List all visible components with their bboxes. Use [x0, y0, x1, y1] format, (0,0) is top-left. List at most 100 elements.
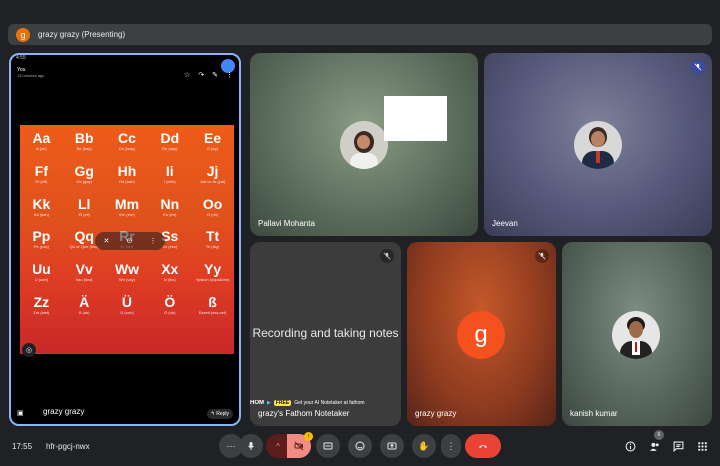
alphabet-pronunciation: Jott or Je (yot) [199, 179, 226, 185]
alphabet-cell: Dd De (day) [148, 125, 191, 158]
presenter-avatar: g [16, 27, 30, 42]
alphabet-letter: Ü [121, 293, 133, 310]
alphabet-cell: Ff Ef (eff) [20, 158, 63, 191]
pin-icon[interactable]: ⊙ [126, 237, 132, 245]
avatar [340, 121, 388, 169]
alphabet-cell: Ii I (eeh) [148, 158, 191, 191]
participant-name: grazy's Fathom Notetaker [258, 409, 350, 418]
participant-tile-fathom[interactable]: Recording and taking notes HOM ▶ FREE Ge… [250, 242, 401, 426]
participant-tile-pallavi[interactable]: Pallavi Mohanta [250, 53, 478, 236]
leave-call-button[interactable] [465, 434, 501, 458]
alphabet-pronunciation: En (en) [163, 211, 177, 217]
alphabet-cell: Ww We (vay) [106, 256, 149, 289]
meeting-info-button[interactable] [621, 437, 639, 455]
presenting-label: grazy grazy (Presenting) [38, 30, 126, 39]
alphabet-pronunciation: Ef (eff) [35, 179, 48, 185]
alphabet-letter: Jj [206, 163, 219, 180]
more-options-button[interactable]: ⋮ [441, 434, 461, 458]
participant-name: kanish kumar [570, 409, 618, 418]
alphabet-pronunciation: U (ooh) [34, 277, 49, 283]
activities-button[interactable] [693, 437, 711, 455]
alphabet-pronunciation: Ha (hah) [119, 179, 135, 185]
fathom-arrow-icon: ▶ [267, 400, 271, 406]
mic-button[interactable] [239, 434, 263, 458]
alphabet-letter: Gg [74, 163, 94, 180]
reactions-button[interactable] [348, 434, 372, 458]
chat-button[interactable] [669, 437, 687, 455]
alphabet-cell: Jj Jott or Je (yot) [191, 158, 234, 191]
alphabet-pronunciation: Ge (gay) [76, 179, 92, 185]
alphabet-cell: Bb Be (bay) [63, 125, 106, 158]
more-icon: ⋮ [226, 72, 233, 79]
clock: 17:55 [12, 442, 33, 451]
presenting-banner[interactable]: g grazy grazy (Presenting) [8, 24, 712, 45]
shared-header-actions: ☆ ↷ ✎ ⋮ [184, 71, 233, 79]
participant-tile-grazy[interactable]: g grazy grazy [407, 242, 556, 426]
alphabet-cell: Yy Ypsilon (oopsilohn) [191, 256, 234, 289]
raise-hand-button[interactable]: ✋ [412, 434, 436, 458]
recording-message: Recording and taking notes [252, 326, 399, 340]
reply-label: Reply [216, 411, 229, 417]
alphabet-pronunciation: Pe (pay) [33, 244, 49, 250]
alphabet-letter: Tt [205, 228, 220, 245]
camera-warning-badge: ! [304, 432, 313, 441]
alphabet-cell: ÄÄ (air) [63, 289, 106, 322]
presenter-tile[interactable]: 4:55 You 13 minutes ago ☆ ↷ ✎ ⋮ Aa A (ah)… [9, 53, 241, 426]
alphabet-pronunciation: Ka (kah) [33, 211, 49, 217]
participant-tile-jeevan[interactable]: Jeevan [484, 53, 712, 236]
alphabet-cell: Mm Em (em) [106, 190, 149, 223]
alphabet-letter: Ii [165, 163, 174, 180]
participant-name: Jeevan [492, 219, 518, 228]
alphabet-letter: Aa [32, 130, 51, 147]
more-options-icon[interactable]: ⋮ [149, 237, 156, 245]
alphabet-letter: Xx [161, 261, 179, 278]
reply-button[interactable]: ↰ Reply [206, 409, 233, 419]
alphabet-pronunciation: Ä (air) [78, 309, 90, 315]
fathom-banner: HOM ▶ FREE Get your AI Notetaker at fath… [250, 400, 401, 406]
shared-header-subtitle: 13 minutes ago [17, 73, 45, 78]
alphabet-letter: Dd [160, 130, 180, 147]
alphabet-pronunciation: We (vay) [119, 277, 135, 283]
edit-icon: ✎ [212, 72, 218, 79]
captions-button[interactable] [316, 434, 340, 458]
alphabet-cell: Hh Ha (hah) [106, 158, 149, 191]
alphabet-letter: Ä [79, 293, 90, 310]
tile-hover-controls[interactable]: ✕ ⊙ ⋮ [95, 232, 165, 250]
alphabet-letter: Cc [118, 130, 136, 147]
alphabet-cell: Ll El (ell) [63, 190, 106, 223]
chat-icon [673, 441, 683, 452]
alphabet-cell: Pp Pe (pay) [20, 223, 63, 256]
alphabet-cell: Cc Ce (tsay) [106, 125, 149, 158]
alphabet-letter: Pp [32, 228, 51, 245]
people-count-badge: 6 [654, 430, 664, 440]
participant-tile-kanish[interactable]: kanish kumar [562, 242, 712, 426]
present-button[interactable] [380, 434, 404, 458]
presenter-name: grazy grazy [43, 407, 85, 416]
mic-off-icon[interactable]: ✕ [104, 237, 110, 245]
emoji-icon [355, 441, 365, 451]
alphabet-cell: Uu U (ooh) [20, 256, 63, 289]
alphabet-pronunciation: E (ay) [207, 146, 218, 152]
screenshot-icon[interactable]: ◎ [22, 343, 36, 357]
alphabet-letter: Ww [114, 261, 140, 278]
end-call-icon [479, 445, 487, 448]
alphabet-cell: Oo O (oh) [191, 190, 234, 223]
alphabet-letter: Ll [77, 195, 91, 212]
captions-icon [323, 442, 333, 450]
alphabet-pronunciation: O (oh) [206, 211, 219, 217]
alphabet-cell: Vv Vau (fow) [63, 256, 106, 289]
alphabet-pronunciation: A (ah) [36, 146, 47, 152]
hand-icon: ✋ [418, 440, 430, 451]
mic-off-icon [380, 249, 394, 263]
fathom-brand: HOM [250, 400, 264, 406]
presentation-icon: ▣ [17, 410, 24, 417]
avatar [612, 311, 660, 359]
more-vert-icon: ⋮ [446, 440, 456, 451]
alphabet-letter: ß [208, 293, 217, 310]
alphabet-pronunciation: Es (ess) [162, 244, 178, 250]
alphabet-cell: Kk Ka (kah) [20, 190, 63, 223]
alphabet-pronunciation: Ypsilon (oopsilohn) [195, 277, 230, 283]
participant-name: grazy grazy [415, 409, 457, 418]
alphabet-pronunciation: Ö (uh) [164, 309, 176, 315]
alphabet-cell: ÜÜ (ooh) [106, 289, 149, 322]
